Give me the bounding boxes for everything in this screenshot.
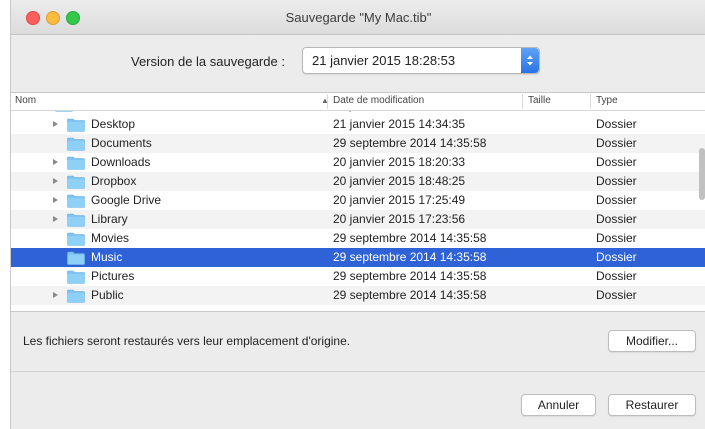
row-date: 20 janvier 2015 17:23:56 bbox=[333, 212, 466, 226]
table-row[interactable]: Library 20 janvier 2015 17:23:56 Dossier bbox=[11, 210, 705, 229]
cancel-button[interactable]: Annuler bbox=[521, 394, 596, 416]
row-date: 29 septembre 2014 14:35:58 bbox=[333, 288, 487, 302]
window-title: Sauvegarde "My Mac.tib" bbox=[285, 10, 432, 25]
popup-arrows-icon bbox=[521, 48, 539, 73]
column-header-name[interactable]: Nom bbox=[15, 95, 36, 106]
table-row[interactable]: Movies 29 septembre 2014 14:35:58 Dossier bbox=[11, 229, 705, 248]
folder-icon bbox=[67, 251, 85, 268]
row-type: Dossier bbox=[596, 288, 637, 302]
row-name: Documents bbox=[91, 136, 152, 150]
row-date: 20 janvier 2015 18:48:25 bbox=[333, 174, 466, 188]
disclosure-triangle-icon[interactable] bbox=[53, 292, 58, 298]
row-type: Dossier bbox=[596, 231, 637, 245]
folder-icon bbox=[67, 118, 85, 135]
table-row[interactable]: Music 29 septembre 2014 14:35:58 Dossier bbox=[11, 248, 705, 267]
row-type: Dossier bbox=[596, 269, 637, 283]
modify-button[interactable]: Modifier... bbox=[608, 330, 696, 352]
column-header-type[interactable]: Type bbox=[596, 95, 618, 106]
row-name: Google Drive bbox=[91, 193, 162, 207]
folder-icon bbox=[67, 175, 85, 192]
restore-button[interactable]: Restaurer bbox=[608, 394, 696, 416]
row-type: Dossier bbox=[596, 117, 637, 131]
footer-divider bbox=[11, 371, 705, 372]
folder-icon bbox=[67, 137, 85, 154]
version-select-value: 21 janvier 2015 18:28:53 bbox=[312, 53, 456, 68]
row-type: Dossier bbox=[596, 193, 637, 207]
row-name: Desktop bbox=[91, 117, 136, 131]
version-label: Version de la sauvegarde : bbox=[131, 54, 285, 69]
column-header-date[interactable]: Date de modification bbox=[333, 95, 424, 106]
table-header: Nom ▲ Date de modification Taille Type bbox=[11, 93, 705, 111]
title-bar: Sauvegarde "My Mac.tib" bbox=[11, 0, 705, 35]
vertical-scrollbar[interactable] bbox=[699, 148, 705, 200]
row-name: Public bbox=[91, 288, 124, 302]
column-header-size[interactable]: Taille bbox=[528, 95, 551, 106]
version-select[interactable]: 21 janvier 2015 18:28:53 bbox=[302, 47, 540, 74]
row-name: Music bbox=[91, 250, 123, 264]
table-row[interactable]: Public 29 septembre 2014 14:35:58 Dossier bbox=[11, 286, 705, 305]
row-type: Dossier bbox=[596, 250, 637, 264]
table-row[interactable]: Dropbox 20 janvier 2015 18:48:25 Dossier bbox=[11, 172, 705, 191]
row-name: Movies bbox=[91, 231, 130, 245]
folder-icon bbox=[67, 289, 85, 306]
row-type: Dossier bbox=[596, 174, 637, 188]
row-date: 29 septembre 2014 14:35:58 bbox=[333, 269, 487, 283]
backup-dialog-window: Sauvegarde "My Mac.tib" Version de la sa… bbox=[10, 0, 705, 429]
row-date: 20 janvier 2015 18:20:33 bbox=[333, 155, 466, 169]
row-date: 29 septembre 2014 14:35:58 bbox=[333, 250, 487, 264]
table-row[interactable]: Downloads 20 janvier 2015 18:20:33 Dossier bbox=[11, 153, 705, 172]
disclosure-triangle-icon[interactable] bbox=[53, 197, 58, 203]
disclosure-triangle-icon[interactable] bbox=[53, 159, 58, 165]
table-row[interactable]: Documents 29 septembre 2014 14:35:58 Dossi… bbox=[11, 134, 705, 153]
row-date: 21 janvier 2015 14:34:35 bbox=[333, 117, 466, 131]
row-type: Dossier bbox=[596, 136, 637, 150]
folder-icon bbox=[67, 156, 85, 173]
row-type: Dossier bbox=[596, 212, 637, 226]
folder-icon bbox=[67, 194, 85, 211]
folder-icon bbox=[67, 213, 85, 230]
row-name: Library bbox=[91, 212, 128, 226]
restore-location-message: Les fichiers seront restaurés vers leur … bbox=[23, 334, 351, 348]
row-date: 20 janvier 2015 17:25:49 bbox=[333, 193, 466, 207]
file-table: lz20 janvier 2015 18:52:32DossierDesktop… bbox=[11, 92, 705, 312]
folder-icon bbox=[67, 270, 85, 287]
table-row[interactable]: Pictures 29 septembre 2014 14:35:58 Dossie… bbox=[11, 267, 705, 286]
row-type: Dossier bbox=[596, 155, 637, 169]
folder-icon bbox=[67, 232, 85, 249]
row-date: 29 septembre 2014 14:35:58 bbox=[333, 231, 487, 245]
row-date: 29 septembre 2014 14:35:58 bbox=[333, 136, 487, 150]
disclosure-triangle-icon[interactable] bbox=[53, 178, 58, 184]
disclosure-triangle-icon[interactable] bbox=[53, 121, 58, 127]
file-table-body: lz20 janvier 2015 18:52:32DossierDesktop… bbox=[11, 98, 705, 305]
disclosure-triangle-icon[interactable] bbox=[53, 216, 58, 222]
row-name: Pictures bbox=[91, 269, 135, 283]
row-name: Dropbox bbox=[91, 174, 137, 188]
table-row[interactable]: Desktop 21 janvier 2015 14:34:35 Dossier bbox=[11, 115, 705, 134]
table-row[interactable]: Google Drive 20 janvier 2015 17:25:49 Doss… bbox=[11, 191, 705, 210]
row-name: Downloads bbox=[91, 155, 151, 169]
